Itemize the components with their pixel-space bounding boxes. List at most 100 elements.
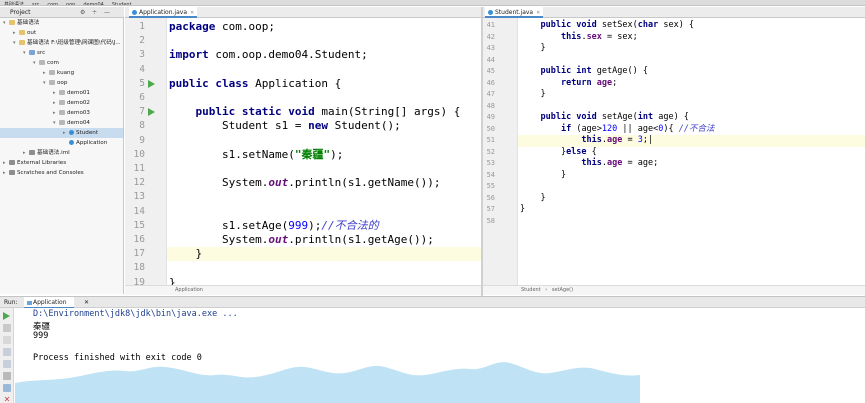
tree-item[interactable]: ▾ 基础语法 F:\班级管理\网课图\代码\J...: [0, 38, 123, 48]
hide-panel-icon[interactable]: —: [104, 7, 110, 18]
nav-crumb[interactable]: demo04: [79, 2, 108, 5]
code-line[interactable]: }: [169, 247, 202, 261]
tree-item-label: src: [37, 50, 46, 56]
code-line[interactable]: s1.setAge(999);//不合法的: [169, 219, 379, 233]
line-number: 53: [486, 159, 495, 167]
line-number: 14: [133, 205, 145, 217]
code-line[interactable]: public void setSex(char sex) {: [520, 20, 694, 32]
tree-item[interactable]: ▾ src: [0, 48, 123, 58]
collapse-icon[interactable]: ÷: [92, 7, 97, 18]
code-line[interactable]: public int getAge() {: [520, 66, 647, 78]
code-line[interactable]: public void setAge(int age) {: [520, 112, 688, 124]
code-line[interactable]: System.out.println(s1.getName());: [169, 176, 441, 190]
run-gutter-icon[interactable]: [148, 108, 155, 117]
breadcrumb-class[interactable]: Student: [521, 287, 541, 293]
line-number: 3: [139, 49, 145, 61]
tree-item[interactable]: ▸ 基础语法.iml: [0, 148, 123, 158]
tree-item[interactable]: ▾ 基础语法: [0, 18, 123, 28]
dump-threads-icon[interactable]: [3, 348, 11, 356]
code-line[interactable]: }: [169, 276, 176, 285]
close-icon[interactable]: ✕: [190, 10, 194, 16]
line-number: 4: [139, 63, 145, 75]
code-line[interactable]: }: [520, 193, 545, 205]
code-line[interactable]: return age;: [520, 78, 617, 90]
code-line[interactable]: }: [520, 204, 525, 216]
code-line[interactable]: this.sex = sex;: [520, 32, 638, 44]
line-number: 11: [133, 163, 145, 174]
line-number: 2: [139, 35, 145, 47]
tree-item[interactable]: Application: [0, 138, 123, 148]
tree-item[interactable]: ▸ kuang: [0, 68, 123, 78]
tree-item[interactable]: ▸ out: [0, 28, 123, 38]
current-line-highlight: [167, 247, 481, 262]
stop-icon[interactable]: [3, 324, 11, 332]
nav-crumb[interactable]: Student: [108, 2, 136, 5]
nav-crumb[interactable]: 基础语法: [0, 2, 28, 5]
java-class-icon: [69, 130, 74, 135]
run-toolbar: ✕: [0, 308, 14, 403]
decorative-wave-overlay: [15, 362, 640, 403]
tree-item[interactable]: ▸ demo03: [0, 108, 123, 118]
code-line[interactable]: package com.oop;: [169, 20, 275, 34]
tree-item[interactable]: ▸ demo02: [0, 98, 123, 108]
application-icon: [27, 301, 32, 305]
code-line[interactable]: s1.setName("秦疆");: [169, 148, 343, 162]
code-line[interactable]: Student s1 = new Student();: [169, 119, 401, 133]
print-icon[interactable]: [3, 372, 11, 380]
line-number: 5: [139, 77, 145, 89]
left-editor-breadcrumb: Application: [125, 285, 481, 295]
tree-item[interactable]: ▾ oop: [0, 78, 123, 88]
rerun-icon[interactable]: [3, 312, 10, 320]
folder-icon: [49, 80, 55, 85]
code-line[interactable]: this.age = age;: [520, 158, 658, 170]
tab-application-java[interactable]: Application.java ✕: [129, 7, 198, 18]
code-line[interactable]: if (age>120 || age<0){ //不合法: [520, 124, 715, 136]
folder-icon: [59, 120, 65, 125]
tree-item[interactable]: ▾ com: [0, 58, 123, 68]
line-number: 50: [486, 124, 495, 133]
settings-icon[interactable]: [3, 360, 11, 368]
tree-item[interactable]: ▸ Scratches and Consoles: [0, 168, 123, 178]
code-line[interactable]: }: [520, 170, 566, 182]
code-line[interactable]: }: [520, 43, 545, 55]
code-line[interactable]: import com.oop.demo04.Student;: [169, 48, 368, 62]
run-gutter-icon[interactable]: [148, 79, 155, 88]
folder-icon: [39, 60, 45, 65]
tree-item-label: demo02: [67, 100, 90, 106]
code-line[interactable]: public class Application {: [169, 77, 341, 91]
code-line[interactable]: }else {: [520, 147, 597, 159]
nav-crumb[interactable]: oop: [62, 2, 79, 5]
tree-item[interactable]: ▸ External Libraries: [0, 158, 123, 168]
right-editor-code-area[interactable]: public void setSex(char sex) { this.sex …: [518, 18, 865, 285]
breadcrumb-method[interactable]: setAge(): [552, 287, 573, 293]
left-editor-code-area[interactable]: package com.oop; import com.oop.demo04.St…: [167, 18, 481, 285]
close-icon[interactable]: ✕: [536, 10, 540, 16]
java-class-icon: [488, 10, 493, 15]
line-number: 15: [133, 219, 145, 231]
tree-item[interactable]: ▸ Student: [0, 128, 123, 138]
tab-student-java[interactable]: Student.java ✕: [485, 7, 544, 18]
line-number: 9: [139, 134, 145, 146]
settings-icon[interactable]: ⚙: [80, 7, 85, 18]
tree-item[interactable]: ▸ demo01: [0, 88, 123, 98]
tree-item[interactable]: ▾ demo04: [0, 118, 123, 128]
folder-icon: [59, 90, 65, 95]
nav-crumb[interactable]: src: [28, 2, 43, 5]
nav-crumb[interactable]: com: [43, 2, 62, 5]
pin-tab-icon[interactable]: [3, 384, 11, 392]
code-line[interactable]: System.out.println(s1.getAge());: [169, 233, 434, 247]
line-number: 45: [486, 67, 495, 75]
pause-icon[interactable]: [3, 336, 11, 344]
library-icon: [9, 170, 15, 175]
line-number: 1: [139, 21, 145, 32]
line-number: 6: [139, 92, 145, 103]
line-number: 57: [486, 205, 495, 213]
code-line[interactable]: }: [520, 89, 545, 101]
code-line[interactable]: this.age = 3;|: [520, 135, 653, 147]
code-line[interactable]: public static void main(String[] args) {: [169, 105, 461, 119]
line-number: 10: [133, 148, 145, 160]
close-icon[interactable]: ✕: [3, 396, 11, 403]
console-line: 999: [33, 331, 49, 341]
project-panel-empty-area: [0, 190, 124, 294]
project-panel-title[interactable]: Project: [10, 7, 31, 18]
